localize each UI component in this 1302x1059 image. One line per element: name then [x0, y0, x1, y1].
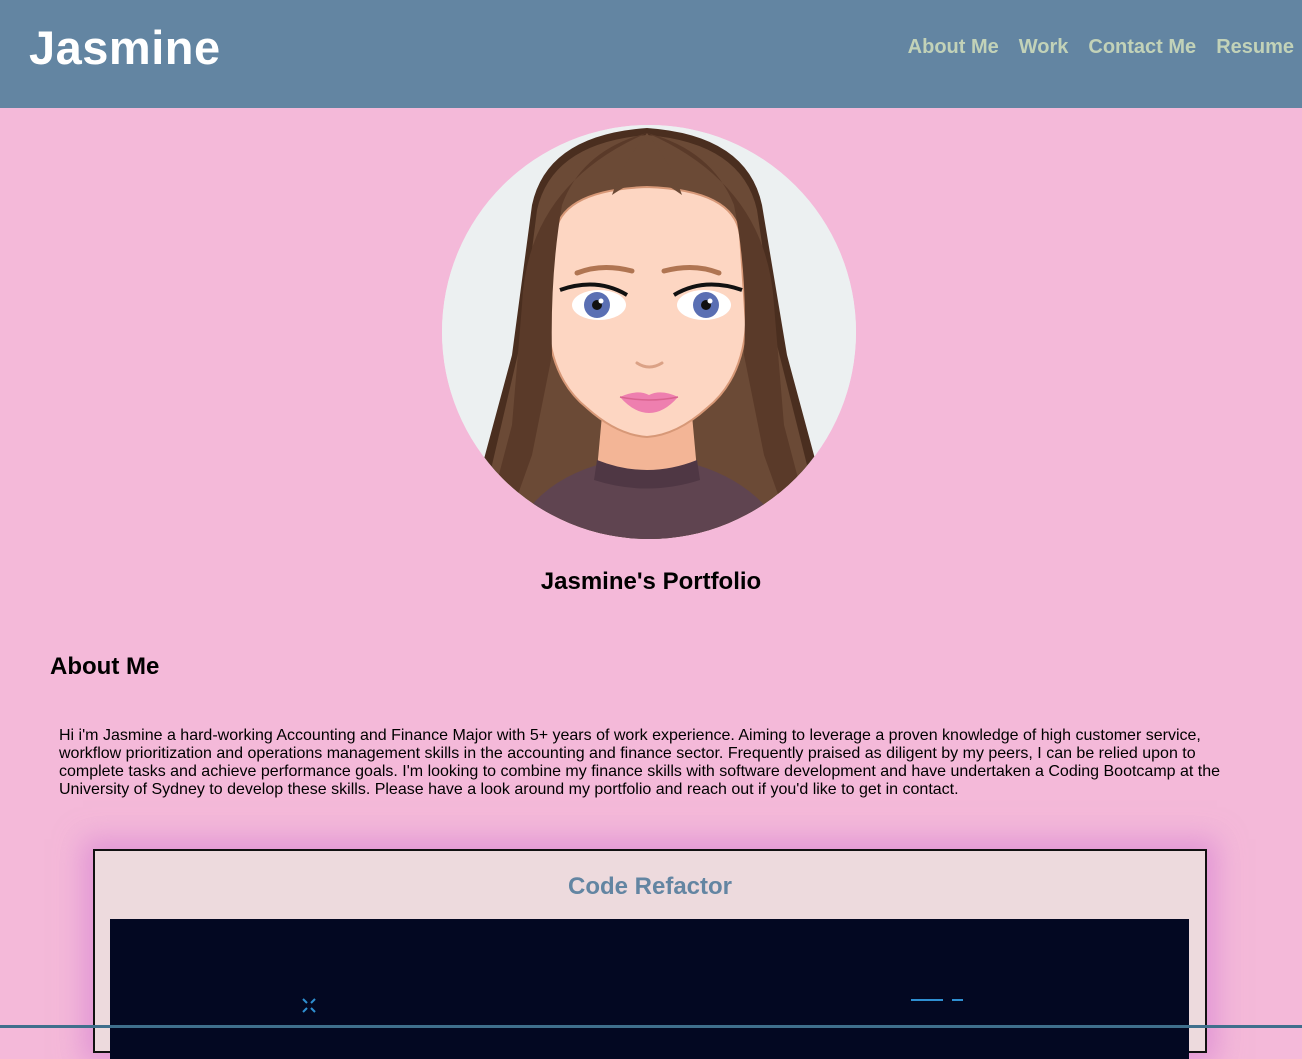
about-heading: About Me — [50, 653, 160, 680]
nav-resume[interactable]: Resume — [1216, 36, 1294, 59]
nav-contact-me[interactable]: Contact Me — [1088, 36, 1196, 59]
nav-work[interactable]: Work — [1019, 36, 1069, 59]
about-paragraph: Hi i'm Jasmine a hard-working Accounting… — [59, 727, 1221, 798]
profile-avatar — [442, 125, 856, 539]
main-nav: About Me Work Contact Me Resume — [908, 36, 1294, 59]
project-screenshot[interactable] — [110, 919, 1189, 1059]
nav-about-me[interactable]: About Me — [908, 36, 999, 59]
site-header: Jasmine About Me Work Contact Me Resume — [0, 0, 1302, 108]
portfolio-title: Jasmine's Portfolio — [540, 568, 762, 595]
site-brand[interactable]: Jasmine — [29, 20, 221, 75]
project-preview-image — [110, 919, 1189, 1059]
project-card[interactable]: Code Refactor — [93, 849, 1207, 1059]
avatar-illustration — [442, 125, 856, 539]
project-title[interactable]: Code Refactor — [95, 873, 1205, 901]
